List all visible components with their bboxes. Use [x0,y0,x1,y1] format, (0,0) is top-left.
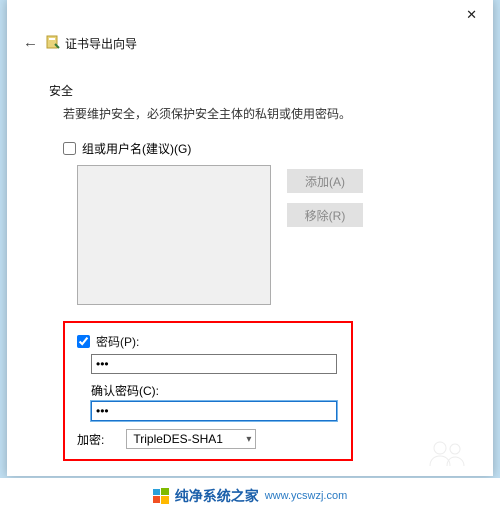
desktop-backdrop: ✕ ← 证书导出向导 安全 若要维护安全，必须保护安全主体的私钥或使用密码。 组… [0,0,500,514]
group-checkbox[interactable] [63,142,76,155]
group-checkbox-label: 组或用户名(建议)(G) [82,140,191,157]
encryption-label: 加密: [77,431,104,448]
encryption-selected-value: TripleDES-SHA1 [133,432,223,446]
people-watermark-icon [427,439,467,470]
confirm-password-field[interactable] [91,401,337,421]
section-heading: 安全 [49,82,475,99]
footer-brand: 纯净系统之家 [175,486,259,506]
chevron-down-icon: ▾ [246,434,251,445]
add-button[interactable]: 添加(A) [287,169,363,193]
password-field[interactable] [91,354,337,374]
password-checkbox-row[interactable]: 密码(P): [77,333,337,350]
encryption-select[interactable]: TripleDES-SHA1 ▾ [126,429,256,449]
content-area: 安全 若要维护安全，必须保护安全主体的私钥或使用密码。 组或用户名(建议)(G)… [49,82,475,476]
password-highlight-box: 密码(P): 确认密码(C): 加密: TripleDES-SHA1 ▾ [63,321,353,461]
encryption-row: 加密: TripleDES-SHA1 ▾ [77,429,337,449]
wizard-title: 证书导出向导 [65,35,137,52]
title-bar: ✕ [7,0,493,28]
remove-button[interactable]: 移除(R) [287,203,363,227]
close-button[interactable]: ✕ [458,5,485,25]
group-listbox[interactable] [77,165,271,305]
password-checkbox[interactable] [77,335,90,348]
section-description: 若要维护安全，必须保护安全主体的私钥或使用密码。 [63,105,475,122]
group-buttons: 添加(A) 移除(R) [287,169,363,227]
wizard-window: ✕ ← 证书导出向导 安全 若要维护安全，必须保护安全主体的私钥或使用密码。 组… [7,0,493,476]
confirm-password-label: 确认密码(C): [91,382,337,399]
footer-watermark: 纯净系统之家 www.ycswzj.com [0,478,500,514]
windows-logo-icon [153,488,169,504]
back-button[interactable]: ← [23,34,38,51]
group-list-area: 添加(A) 移除(R) [77,165,475,305]
group-checkbox-row[interactable]: 组或用户名(建议)(G) [63,140,475,157]
footer-url: www.ycswzj.com [265,490,348,502]
wizard-icon [45,34,61,50]
password-label: 密码(P): [96,333,139,350]
